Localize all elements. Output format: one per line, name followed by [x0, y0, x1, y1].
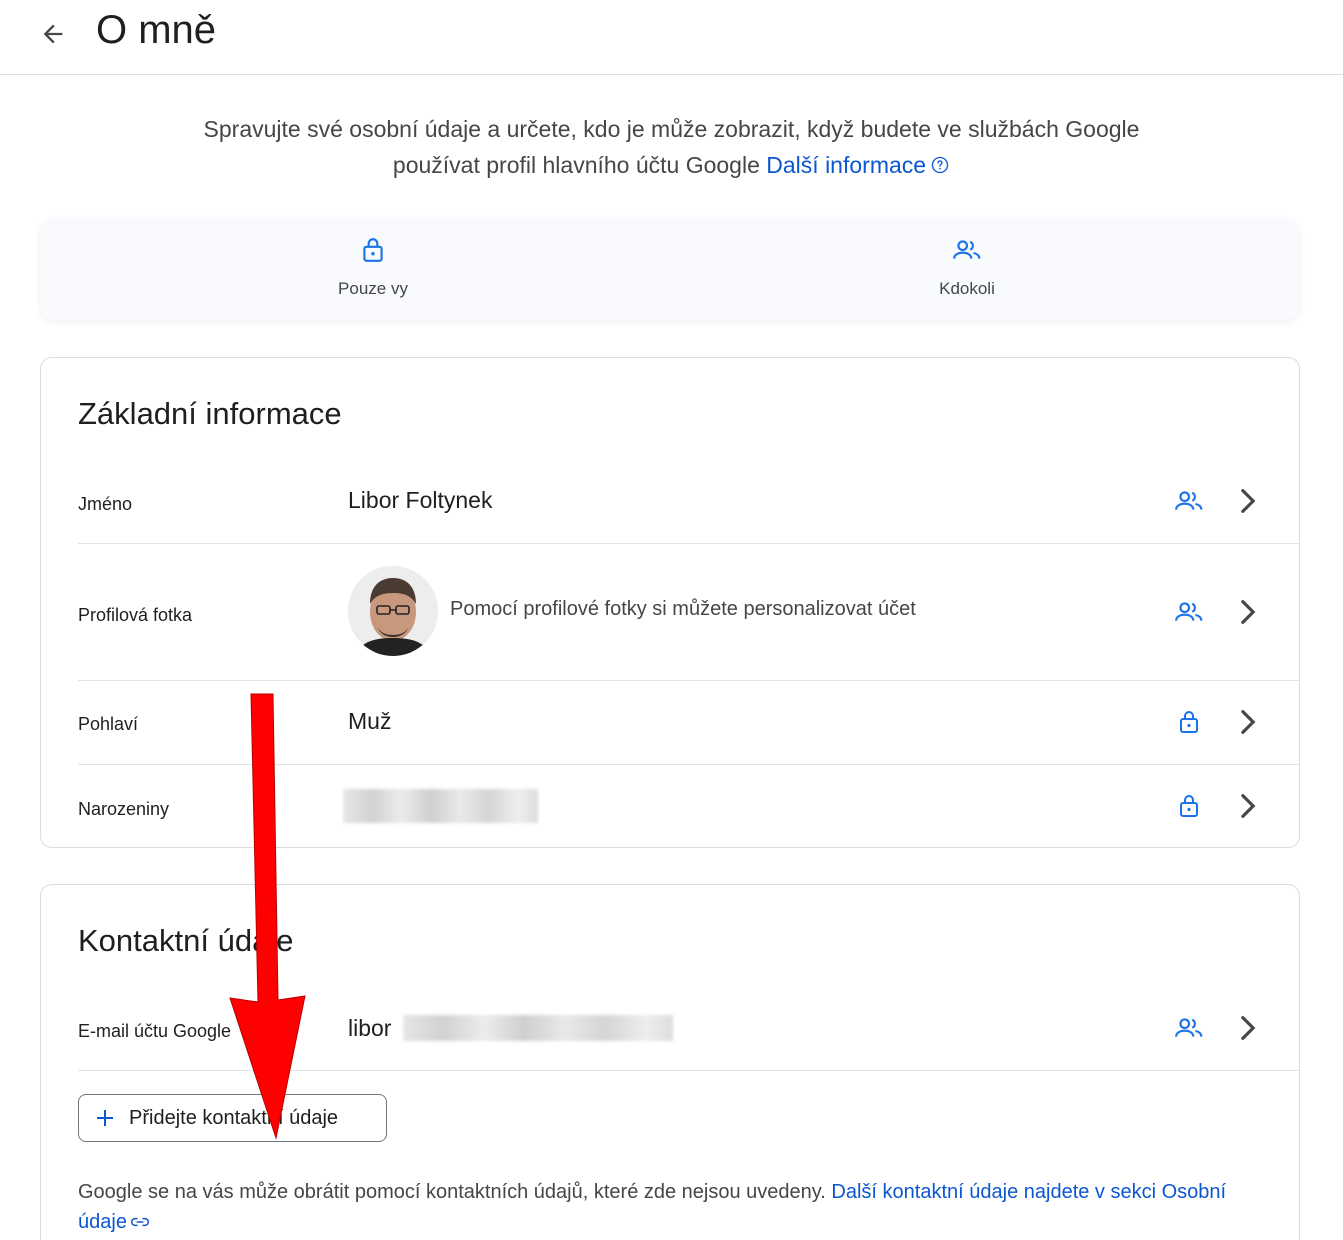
add-contact-info-button[interactable]: Přidejte kontaktní údaje [78, 1094, 387, 1142]
people-icon [1175, 491, 1203, 510]
visibility-only-you [1173, 706, 1205, 738]
email-redacted [403, 1015, 673, 1041]
chevron-right-icon [1236, 1012, 1260, 1044]
link-icon [130, 1217, 149, 1227]
visibility-legend: Pouze vy Kdokoli [40, 218, 1300, 320]
row-email-value: libor [348, 1015, 392, 1041]
people-icon [1175, 1018, 1203, 1037]
lock-icon [1180, 795, 1198, 817]
back-button[interactable] [30, 14, 76, 54]
add-contact-info-label: Přidejte kontaktní údaje [129, 1106, 339, 1129]
basic-info-title: Základní informace [78, 396, 342, 431]
contact-footnote-text: Google se na vás může obrátit pomocí kon… [78, 1181, 826, 1203]
contact-info-title: Kontaktní údaje [78, 923, 294, 958]
visibility-anyone [1173, 1012, 1205, 1044]
visibility-anyone [1173, 485, 1205, 517]
row-photo[interactable]: Profilová fotka Pomocí profilové fotky s… [78, 544, 1300, 681]
arrow-back-icon [43, 24, 63, 44]
avatar[interactable] [348, 566, 438, 656]
profile-photo [348, 566, 438, 656]
learn-more-link[interactable]: Další informace [766, 152, 950, 178]
help-icon [931, 156, 949, 174]
intro-text: Spravujte své osobní údaje a určete, kdo… [200, 111, 1143, 183]
legend-only-you: Pouze vy [273, 236, 473, 299]
top-app-bar: O mně [0, 0, 1343, 75]
row-birthday[interactable]: Narozeniny [78, 765, 1300, 849]
lock-icon [1180, 711, 1198, 733]
legend-only-you-label: Pouze vy [338, 279, 408, 298]
chevron-right-icon [1236, 706, 1260, 738]
legend-anyone-label: Kdokoli [939, 279, 995, 298]
contact-footnote: Google se na vás může obrátit pomocí kon… [78, 1177, 1258, 1237]
chevron-right-icon [1236, 790, 1260, 822]
row-name-value: Libor Foltynek [348, 487, 493, 513]
row-name[interactable]: Jméno Libor Foltynek [78, 458, 1300, 544]
basic-info-card: Základní informace Jméno Libor Foltynek … [40, 357, 1300, 848]
row-email-label: E-mail účtu Google [78, 1021, 232, 1041]
lock-icon [363, 238, 383, 262]
people-icon [1175, 602, 1203, 621]
legend-anyone: Kdokoli [867, 236, 1067, 299]
row-gender-label: Pohlaví [78, 714, 139, 734]
row-gender-value: Muž [348, 708, 392, 734]
visibility-anyone [1173, 596, 1205, 628]
contact-info-card: Kontaktní údaje E-mail účtu Google libor… [40, 884, 1300, 1240]
chevron-right-icon [1236, 485, 1260, 517]
plus-icon [97, 1110, 113, 1126]
page-title: O mně [96, 8, 217, 52]
intro-description: Spravujte své osobní údaje a určete, kdo… [203, 116, 1140, 178]
visibility-only-you [1173, 790, 1205, 822]
row-birthday-label: Narozeniny [78, 799, 170, 819]
row-name-label: Jméno [78, 494, 133, 514]
row-gender[interactable]: Pohlaví Muž [78, 681, 1300, 765]
birthday-redacted [343, 789, 538, 823]
row-photo-hint: Pomocí profilové fotky si můžete persona… [450, 598, 916, 620]
people-icon [953, 240, 981, 259]
chevron-right-icon [1236, 596, 1260, 628]
row-photo-label: Profilová fotka [78, 605, 193, 625]
row-email[interactable]: E-mail účtu Google libor [78, 985, 1300, 1071]
